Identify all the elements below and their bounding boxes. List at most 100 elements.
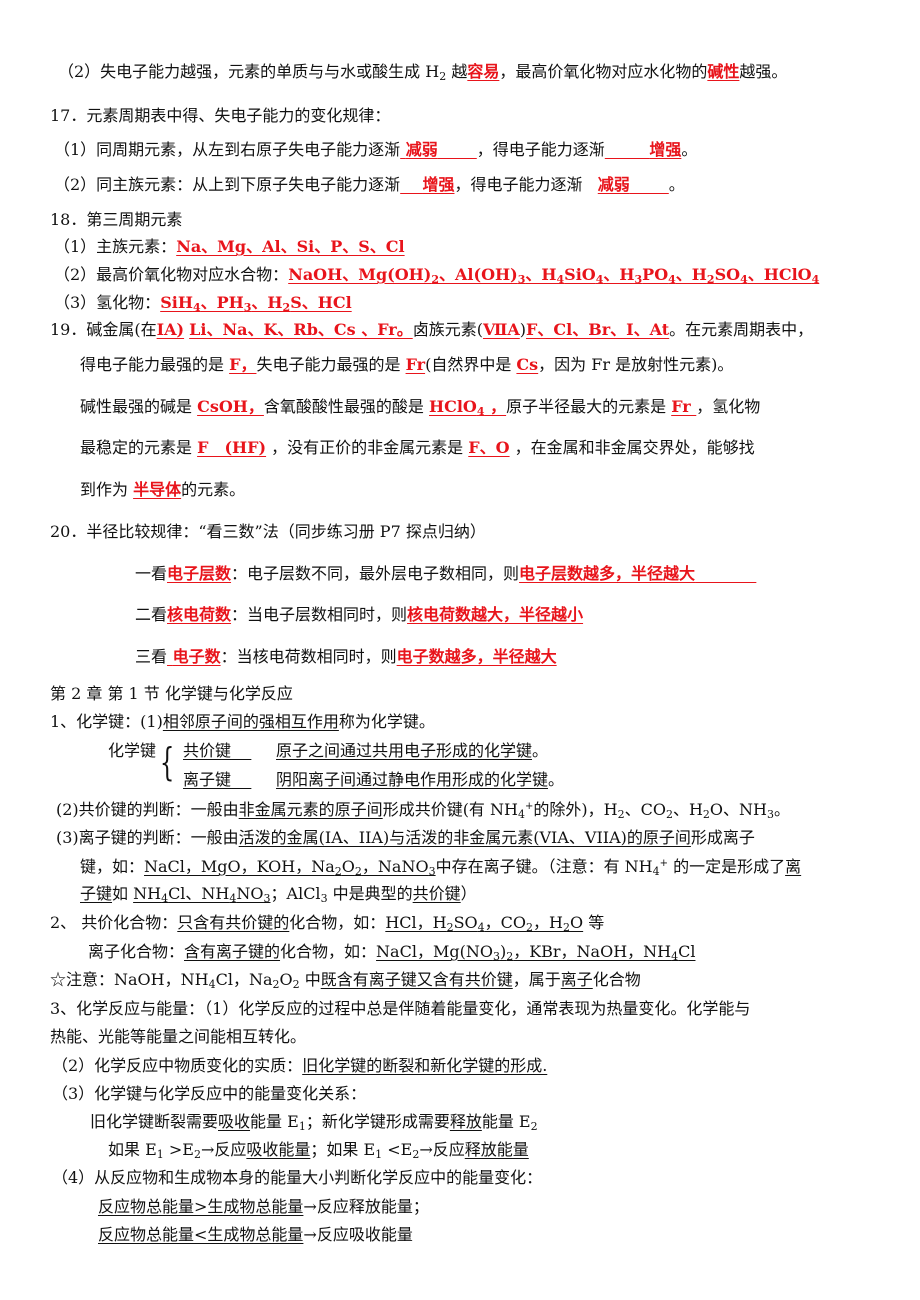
text-line: （2）最高价氧化物对应水合物：NaOH、Mg(OH)2、Al(OH)3、H4Si… <box>54 265 819 285</box>
text-line: 反应物总能量<生成物总能量→反应吸收能量 <box>98 1225 413 1245</box>
text: 、H <box>251 293 283 312</box>
text: 得电子能力最强的是 <box>80 355 230 374</box>
text: 化合物 <box>592 970 641 989</box>
text: NaOH、Mg(OH) <box>288 265 432 284</box>
text: →反应 <box>419 1140 465 1159</box>
subscript: 2 <box>563 921 571 934</box>
text: NH <box>133 884 162 903</box>
text: ，得电子能力逐渐 <box>476 140 605 159</box>
text: ，在金属和非金属交界处，能够找 <box>509 438 755 457</box>
subscript: 3 <box>320 892 328 905</box>
text: 旧化学键断裂需要 <box>90 1112 219 1131</box>
answer: 电子数 <box>167 647 221 666</box>
text: 反应物总能量>生成物总能量 <box>98 1197 304 1216</box>
subscript: 4 <box>192 301 201 314</box>
text-line: 到作为 半导体的元素。 <box>80 480 245 500</box>
text: NaCl，MgO，KOH，Na <box>144 857 335 876</box>
note-line: ☆注意：NaOH，NH4Cl，Na2O2 中既含有离子键又含有共价键，属于离子化… <box>50 970 641 990</box>
answer: F、O <box>468 438 510 457</box>
answer: 电子层数 <box>167 564 232 583</box>
text-line: 3、化学反应与能量：（1）化学反应的过程中总是伴随着能量变化，通常表现为热量变化… <box>50 999 751 1018</box>
text-line: （4）从反应物和生成物本身的能量大小判断化学反应中的能量变化： <box>52 1168 543 1187</box>
text: (3)离子键的判断：一般由 <box>56 828 239 847</box>
subscript: 4 <box>556 273 565 286</box>
text: 共价键 <box>183 741 232 760</box>
text: PO <box>642 265 669 284</box>
text: >E <box>163 1140 194 1159</box>
subscript: 3 <box>634 273 643 286</box>
text: 电子数 <box>172 647 221 666</box>
text: 离子 <box>560 970 593 989</box>
text-line: 阴阳离子间通过静电作用形成的化学键。 <box>276 770 564 790</box>
text: （3）氢化物： <box>54 293 161 312</box>
text: ，因为 Fr 是放射性元素)。 <box>538 355 734 374</box>
text: NaCl，Mg(NO3)2，KBr，NaOH，NH4Cl <box>376 942 696 963</box>
text: 原子半径最大的元素是 <box>506 397 672 416</box>
text: （2）失电子能力越强，元素的单质与与水或酸生成 H <box>58 62 440 81</box>
text: SiH <box>160 293 193 312</box>
text: Cl <box>678 942 696 961</box>
subscript: 4 <box>517 808 525 821</box>
text: （1）同周期元素，从左到右原子失电子能力逐渐 <box>54 140 401 159</box>
text: ：当电子层数相同时，则 <box>231 605 408 624</box>
subscript: 2 <box>530 1120 538 1133</box>
text: O <box>279 970 293 989</box>
answer: Na、Mg、Al、Si、P、S、Cl <box>176 237 405 256</box>
text: 化合物，如： <box>280 942 377 961</box>
text: 中是典型的 <box>327 884 413 903</box>
text-line: 三看 电子数：当核电荷数相同时，则电子数越多，半径越大 <box>135 647 557 667</box>
text: ，NaNO <box>361 857 429 876</box>
text: 如 <box>112 884 134 903</box>
chapter-heading: 第 2 章 第 1 节 化学键与化学反应 <box>50 684 293 703</box>
subscript: 3 <box>492 950 500 963</box>
text: 增强 <box>649 140 682 159</box>
text: 只含有共价键的 <box>177 913 290 932</box>
subscript: 2 <box>526 921 534 934</box>
text: 离 <box>785 857 802 876</box>
text-line: 子键如 NH4Cl、NH4NO3；AlCl3 中是典型的共价键） <box>80 884 477 904</box>
text-line: 19．碱金属(在ⅠA) Li、Na、K、Rb、Cs 、Fr。卤族元素(ⅦA)F、… <box>50 320 813 340</box>
subscript: 3 <box>428 865 436 878</box>
heading-17: 17．元素周期表中得、失电子能力的变化规律： <box>50 106 391 125</box>
text: 吸收 <box>218 1112 251 1131</box>
text: （1）主族元素： <box>54 237 177 256</box>
text-line: 离子键 <box>183 770 251 790</box>
answer: CsOH， <box>197 397 264 416</box>
text: (2)共价键的判断：一般由 <box>56 800 239 819</box>
text-line: 原子之间通过共用电子形成的化学键。 <box>276 741 548 761</box>
subscript: 1 <box>298 1120 306 1133</box>
text: S、HCl <box>290 293 352 312</box>
text: 、H <box>672 800 703 819</box>
text: 反应物总能量<生成物总能量 <box>98 1225 304 1244</box>
text: 键，如： <box>80 857 145 876</box>
text: <E <box>382 1140 413 1159</box>
text-line: （1）主族元素：Na、Mg、Al、Si、P、S、Cl <box>54 237 405 257</box>
subscript: 2 <box>446 921 454 934</box>
underlined-text: 相邻原子间的强相互作用 <box>162 712 339 731</box>
subscript: 2 <box>334 865 342 878</box>
text: 含氧酸酸性最强的酸是 <box>263 397 429 416</box>
subscript: 2 <box>292 978 300 991</box>
heading-18: 18．第三周期元素 <box>50 210 183 229</box>
underlined-text: 阴阳离子间通过静电作用形成的化学键 <box>276 770 549 789</box>
subscript: 2 <box>702 808 710 821</box>
text: ：当核电荷数相同时，则 <box>220 647 397 666</box>
text-line: 热能、光能等能量之间能相互转化。 <box>50 1027 307 1046</box>
subscript: 1 <box>156 1148 164 1161</box>
text-line: （2）化学反应中物质变化的实质：旧化学键的断裂和新化学键的形成. <box>52 1056 547 1076</box>
text: (自然界中是 <box>425 355 517 374</box>
text: 、H <box>675 265 707 284</box>
subscript: 2 <box>193 1148 201 1161</box>
answer: Li、Na、K、Rb、Cs 、Fr。 <box>189 320 413 339</box>
text: HClO <box>429 397 477 416</box>
text: O <box>570 913 584 932</box>
text: 到作为 <box>80 480 134 499</box>
answer: 容易 <box>467 62 500 81</box>
answer: ⅠA) <box>156 320 185 339</box>
text: Cl、NH <box>168 884 230 903</box>
answer: Fr <box>405 355 426 374</box>
answer: HClO4 ， <box>429 397 506 417</box>
answer: 核电荷数越大，半径越小 <box>407 605 584 624</box>
text: NH4Cl、NH4NO3 <box>133 884 270 904</box>
text: ） <box>460 884 477 903</box>
